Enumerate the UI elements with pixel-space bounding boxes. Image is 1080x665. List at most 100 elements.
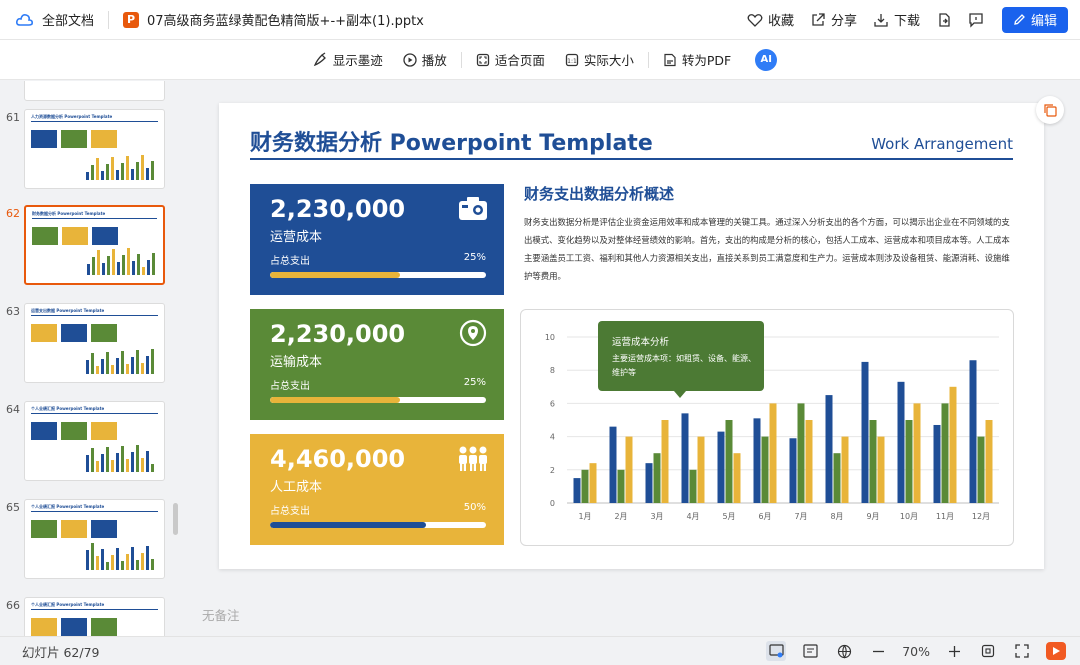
normal-view-button[interactable] (766, 641, 787, 661)
x-tick-label: 4月 (686, 512, 699, 521)
bar-series-2 (761, 436, 769, 503)
slide-thumbnail[interactable]: 62 财务数据分析 Powerpoint Template (0, 205, 182, 287)
slide-canvas-area: 财务数据分析 Powerpoint Template Work Arrangem… (182, 81, 1080, 636)
thumbnail-bar (111, 157, 114, 180)
bar-series-2 (797, 403, 805, 503)
y-tick-label: 4 (550, 433, 555, 442)
thumbnail-bar (96, 366, 99, 374)
y-tick-label: 0 (550, 499, 555, 508)
overview-heading: 财务支出数据分析概述 (524, 185, 675, 203)
web-view-button[interactable] (834, 641, 854, 661)
thumbnail-title: 财务数据分析 Powerpoint Template (32, 211, 106, 216)
thumbnail-bar (126, 156, 129, 180)
bar-series-2 (689, 469, 697, 503)
actual-size-button[interactable]: 1:1 实际大小 (565, 50, 634, 69)
bar-series-2 (869, 420, 877, 503)
card-percent: 25% (463, 377, 486, 388)
show-ink-button[interactable]: 显示墨迹 (313, 50, 383, 69)
slide-thumbnail[interactable]: 63 运营支出数据 Powerpoint Template (0, 303, 182, 385)
thumbnail-bar (126, 459, 129, 472)
thumbnail-content (31, 516, 158, 572)
y-tick-label: 8 (550, 366, 555, 375)
download-icon (874, 13, 888, 27)
y-tick-label: 10 (545, 333, 555, 342)
thumbnail-bar (116, 170, 119, 180)
thumbnail-bar (87, 264, 90, 275)
slideshow-button[interactable] (1046, 642, 1066, 660)
file-name: 07高级商务蓝绿黄配色精简版+-+副本(1).pptx (147, 14, 424, 29)
zoom-in-button[interactable] (944, 641, 964, 661)
thumbnail-bar (106, 164, 109, 180)
cost-card: 2,230,000 运营成本 占总支出 25% (250, 184, 504, 295)
notes-view-button[interactable] (800, 641, 820, 661)
thumbnail-bar (86, 360, 89, 374)
thumbnail-bar (91, 448, 94, 472)
card-share-label: 占总支出 (270, 381, 310, 392)
favorite-button[interactable]: 收藏 (747, 10, 794, 29)
fullscreen-button[interactable] (1012, 641, 1032, 661)
comment-button[interactable] (968, 12, 984, 28)
slide-thumbnail[interactable]: 66 个人业绩汇报 Powerpoint Template (0, 597, 182, 636)
slide-thumbnail-panel: 61 人力资源数据分析 Powerpoint Template 62 财务数据分析 P… (0, 81, 182, 636)
thumbnail-bar (127, 248, 130, 275)
slide-number: 66 (6, 599, 20, 612)
slide-thumbnail[interactable]: 65 个人业绩汇报 Powerpoint Template (0, 499, 182, 581)
slide-number: 63 (6, 305, 20, 318)
thumbnail-bar (91, 353, 94, 374)
share-button[interactable]: 分享 (810, 10, 857, 29)
thumbnail-block (91, 618, 117, 636)
y-tick-label: 2 (550, 466, 555, 475)
thumbnail-bar (151, 349, 154, 374)
play-button[interactable]: 播放 (403, 50, 447, 69)
ppt-file-icon: P (123, 11, 140, 28)
bar-series-3 (697, 436, 705, 503)
edit-button[interactable]: 编辑 (1001, 6, 1068, 33)
thumbnail-bar (97, 250, 100, 275)
card-value: 4,460,000 (270, 445, 406, 473)
fit-window-button[interactable] (978, 641, 998, 661)
bar-series-3 (841, 436, 849, 503)
people-icon (459, 446, 487, 471)
thumbnail-bar (116, 358, 119, 374)
download-button[interactable]: 下载 (873, 10, 920, 29)
export-button[interactable] (936, 12, 952, 28)
x-tick-label: 2月 (614, 512, 627, 521)
x-tick-label: 12月 (972, 512, 990, 521)
convert-pdf-button[interactable]: 转为PDF (663, 50, 731, 69)
thumbnail-bar (111, 555, 114, 570)
thumbnail-preview: 人力资源数据分析 Powerpoint Template (24, 109, 165, 189)
bar-series-2 (617, 469, 625, 503)
thumbnail-bar (96, 461, 99, 472)
thumbnail-block (91, 130, 117, 148)
ai-assistant-button[interactable]: AI (755, 48, 778, 71)
all-documents-link[interactable]: 全部文档 (42, 10, 94, 29)
sidebar-scrollbar[interactable] (173, 503, 178, 535)
slide-thumbnail[interactable]: 64 个人业绩汇报 Powerpoint Template (0, 401, 182, 483)
slide-thumbnail[interactable]: 61 人力资源数据分析 Powerpoint Template (0, 109, 182, 191)
bar-series-1 (573, 478, 581, 503)
bar-series-2 (941, 403, 949, 503)
slide-number: 64 (6, 403, 20, 416)
bar-series-2 (725, 420, 733, 503)
card-value: 2,230,000 (270, 320, 406, 348)
thumbnail-bar (136, 350, 139, 374)
card-label: 运营成本 (270, 230, 323, 245)
slide-thumbnail[interactable] (0, 81, 182, 103)
speaker-notes[interactable]: 无备注 (202, 605, 240, 624)
fit-page-button[interactable]: 适合页面 (476, 50, 545, 69)
zoom-level[interactable]: 70% (902, 644, 930, 659)
thumbnail-block (61, 422, 87, 440)
card-label: 运输成本 (270, 355, 323, 370)
thumbnail-block (91, 520, 117, 538)
copy-slide-button[interactable] (1036, 96, 1064, 124)
zoom-out-button[interactable] (868, 641, 888, 661)
x-tick-label: 6月 (758, 512, 771, 521)
thumbnail-bar (146, 546, 149, 570)
bar-series-2 (977, 436, 985, 503)
bar-series-2 (653, 453, 661, 503)
fullscreen-icon (1015, 644, 1029, 658)
thumbnail-bar (132, 261, 135, 275)
bar-series-3 (949, 386, 957, 503)
thumbnail-block (31, 324, 57, 342)
thumbnail-preview: 财务数据分析 Powerpoint Template (24, 205, 165, 285)
